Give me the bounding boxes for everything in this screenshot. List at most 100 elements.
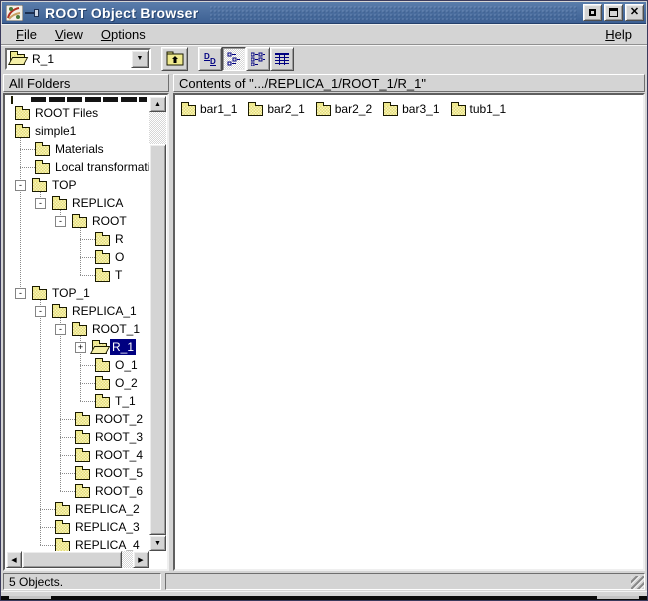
frame-corner-handle-right[interactable]: [597, 596, 639, 599]
closed-folder-icon: [55, 523, 70, 534]
tree-item-label: T_1: [113, 393, 138, 409]
tree-item-label: Materials: [53, 141, 106, 157]
tree-item-r-1[interactable]: +R_1: [7, 338, 149, 356]
closed-folder-icon: [95, 235, 110, 246]
tree-item-top-1[interactable]: -TOP_1: [7, 284, 149, 302]
content-item-label: bar1_1: [200, 102, 237, 116]
up-one-level-button[interactable]: [161, 47, 188, 71]
list-view-icon: [251, 52, 265, 66]
closed-folder-icon: [95, 379, 110, 390]
tree-item-top[interactable]: - TOP: [7, 176, 149, 194]
tree-item-clipped[interactable]: [7, 96, 149, 104]
tree-connector-line: [40, 293, 41, 545]
menu-view[interactable]: View: [46, 25, 92, 44]
details-view-button[interactable]: [270, 47, 294, 71]
tree-item-replica-4[interactable]: REPLICA_4: [7, 536, 149, 551]
closed-folder-icon: [52, 199, 67, 210]
content-item-tub1_1[interactable]: tub1_1: [451, 102, 507, 116]
tree-item-label: REPLICA_2: [73, 501, 142, 517]
content-item-bar2_2[interactable]: bar2_2: [316, 102, 372, 116]
minimize-button[interactable]: [583, 4, 602, 21]
expand-plus-toggle[interactable]: +: [75, 342, 86, 353]
tree-item-label: TOP: [50, 177, 78, 193]
tree-item-label: ROOT_3: [93, 429, 145, 445]
closed-folder-icon: [95, 397, 110, 408]
menu-options[interactable]: Options: [92, 25, 155, 44]
pushpin-icon[interactable]: [25, 8, 41, 18]
tree-item-replica-3[interactable]: REPLICA_3: [7, 518, 149, 536]
closed-folder-icon: [95, 253, 110, 264]
tree-item-r[interactable]: R: [7, 230, 149, 248]
scroll-track[interactable]: [122, 551, 133, 568]
tree-item-root-3[interactable]: ROOT_3: [7, 428, 149, 446]
scroll-track[interactable]: [149, 112, 166, 144]
scroll-thumb[interactable]: [149, 144, 166, 535]
tree-item-t-1[interactable]: T_1: [7, 392, 149, 410]
combobox-dropdown-button[interactable]: ▼: [131, 50, 149, 68]
tree-item-label: ROOT Files: [33, 105, 100, 121]
close-button[interactable]: ✕: [625, 4, 644, 21]
toolbar: R_1 ▼ D D: [1, 44, 647, 72]
collapse-minus-toggle[interactable]: -: [15, 180, 26, 191]
tree-item-o-2[interactable]: O_2: [7, 374, 149, 392]
tree-item-replica-1[interactable]: -REPLICA_1: [7, 302, 149, 320]
list-view-button[interactable]: [246, 47, 270, 71]
tree-item-replica[interactable]: - REPLICA: [7, 194, 149, 212]
closed-folder-icon: [75, 469, 90, 480]
tree-item-materials[interactable]: Materials: [7, 140, 149, 158]
content-item-bar1_1[interactable]: bar1_1: [181, 102, 237, 116]
menu-file[interactable]: File: [7, 25, 46, 44]
collapse-minus-toggle[interactable]: -: [55, 324, 66, 335]
tree-connector-line: [40, 518, 55, 528]
scroll-right-button[interactable]: ▶: [133, 551, 149, 568]
tree-item-local-transformations[interactable]: Local transformations: [7, 158, 149, 176]
content-item-bar2_1[interactable]: bar2_1: [248, 102, 304, 116]
tree-horizontal-scrollbar[interactable]: ◀ ▶: [6, 551, 149, 568]
small-icons-button[interactable]: [222, 47, 246, 71]
tree-item-t[interactable]: T: [7, 266, 149, 284]
tree-item-root-4[interactable]: ROOT_4: [7, 446, 149, 464]
closed-folder-icon: [32, 289, 47, 300]
tree-item-simple1[interactable]: simple1: [7, 122, 149, 140]
clipped-text: [31, 97, 147, 102]
tree-item-label: REPLICA: [70, 195, 125, 211]
scroll-left-button[interactable]: ◀: [6, 551, 22, 568]
tree-item-replica-2[interactable]: REPLICA_2: [7, 500, 149, 518]
collapse-minus-toggle[interactable]: -: [35, 306, 46, 317]
content-item-label: bar2_1: [267, 102, 304, 116]
folder-combobox[interactable]: R_1 ▼: [5, 48, 151, 70]
tree-item-o[interactable]: O: [7, 248, 149, 266]
frame-corner-handle-left[interactable]: [9, 596, 51, 599]
tree-item-o-1[interactable]: O_1: [7, 356, 149, 374]
tree-item-label: simple1: [33, 123, 78, 139]
folder-icon: [11, 96, 13, 104]
tree-item-root-1[interactable]: -ROOT_1: [7, 320, 149, 338]
collapse-minus-toggle[interactable]: -: [35, 198, 46, 209]
maximize-button[interactable]: [604, 4, 623, 21]
window-bottom-frame[interactable]: [1, 591, 647, 600]
tree-item-root-files[interactable]: ROOT Files: [7, 104, 149, 122]
tree-item-root-5[interactable]: ROOT_5: [7, 464, 149, 482]
titlebar-texture[interactable]: [209, 5, 577, 20]
content-item-bar3_1[interactable]: bar3_1: [383, 102, 439, 116]
scroll-thumb[interactable]: [22, 551, 122, 568]
collapse-minus-toggle[interactable]: -: [55, 216, 66, 227]
resize-grip[interactable]: [631, 576, 644, 589]
content-item-label: bar2_2: [335, 102, 372, 116]
tree-vertical-scrollbar[interactable]: ▲ ▼: [149, 96, 166, 551]
window-title: ROOT Object Browser: [45, 5, 199, 21]
menu-help[interactable]: Help: [596, 25, 641, 44]
tree-item-root-2[interactable]: ROOT_2: [7, 410, 149, 428]
tree-item-root[interactable]: -ROOT: [7, 212, 149, 230]
tree-item-label: O_1: [113, 357, 140, 373]
view-mode-group: D D: [198, 47, 294, 71]
tree-item-root-6[interactable]: ROOT_6: [7, 482, 149, 500]
status-message-panel: [165, 573, 645, 590]
collapse-minus-toggle[interactable]: -: [15, 288, 26, 299]
scroll-up-button[interactable]: ▲: [149, 96, 166, 112]
frame-edge: [1, 596, 647, 600]
title-bar[interactable]: ROOT Object Browser ✕: [2, 2, 646, 24]
scroll-down-button[interactable]: ▼: [149, 535, 166, 551]
tree-connector-line: [20, 158, 35, 168]
large-icons-button[interactable]: D D: [198, 47, 222, 71]
